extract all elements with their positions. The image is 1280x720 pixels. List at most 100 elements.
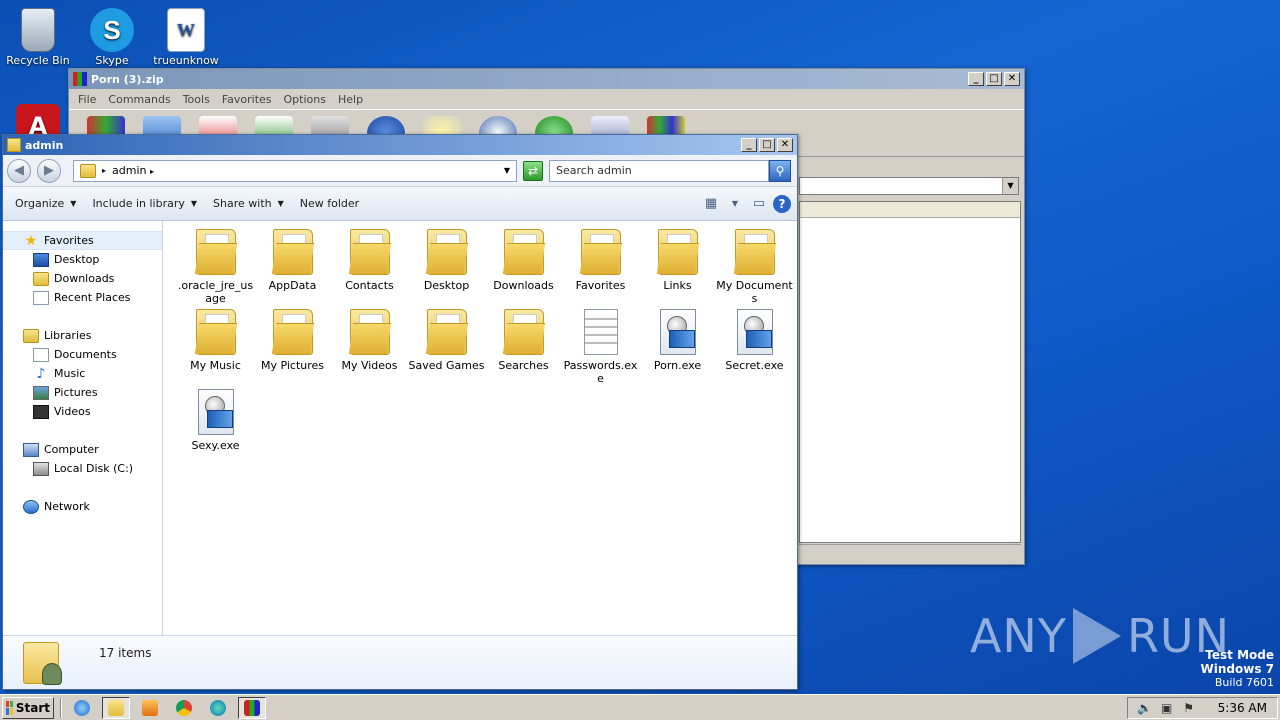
file-item[interactable]: .oracle_jre_usage: [177, 227, 254, 307]
change-view-icon[interactable]: ▦: [701, 195, 721, 213]
chevron-down-icon[interactable]: ▼: [1002, 178, 1018, 194]
menu-options[interactable]: Options: [279, 91, 331, 108]
winrar-path-dropdown[interactable]: ▼: [799, 177, 1019, 195]
taskbar-media-player[interactable]: [136, 697, 164, 719]
taskbar-explorer[interactable]: [102, 696, 130, 719]
chevron-right-icon[interactable]: ▸: [102, 166, 106, 175]
file-item[interactable]: Porn.exe: [639, 307, 716, 387]
file-item[interactable]: My Pictures: [254, 307, 331, 387]
folder-icon: [80, 163, 96, 178]
nav-music[interactable]: ♪ Music: [3, 364, 162, 383]
refresh-icon[interactable]: ⇄: [523, 160, 543, 181]
maximize-button[interactable]: □: [986, 72, 1002, 86]
taskbar: Start 🔈 ▣ ⚑ 5:36 AM: [0, 694, 1280, 720]
taskbar-chrome[interactable]: [170, 697, 198, 719]
nav-desktop[interactable]: Desktop: [3, 250, 162, 269]
share-with-button[interactable]: Share with ▼: [207, 193, 290, 214]
winrar-list-header: [800, 202, 1020, 218]
folder-icon: [580, 229, 621, 275]
forward-button[interactable]: ▶: [37, 158, 61, 183]
file-item[interactable]: Favorites: [562, 227, 639, 307]
network-tray-icon[interactable]: ▣: [1160, 701, 1174, 715]
file-item[interactable]: AppData: [254, 227, 331, 307]
breadcrumb[interactable]: admin ▸: [112, 164, 498, 177]
desktop-icon-label: Recycle Bin: [6, 54, 70, 67]
windows-logo-icon: [6, 700, 13, 715]
nav-local-disk[interactable]: Local Disk (C:): [3, 459, 162, 478]
file-item[interactable]: My Music: [177, 307, 254, 387]
close-button[interactable]: ✕: [1004, 72, 1020, 86]
file-item[interactable]: Contacts: [331, 227, 408, 307]
address-bar[interactable]: ▸ admin ▸ ▼: [73, 159, 517, 182]
file-item[interactable]: Saved Games: [408, 307, 485, 387]
nav-videos[interactable]: Videos: [3, 402, 162, 421]
file-item-label: Searches: [498, 359, 549, 372]
nav-documents[interactable]: Documents: [3, 345, 162, 364]
file-item-label: Links: [663, 279, 692, 292]
nav-libraries[interactable]: Libraries: [3, 326, 162, 345]
explorer-titlebar[interactable]: admin _ □ ✕: [3, 135, 797, 155]
minimize-button[interactable]: _: [968, 72, 984, 86]
nav-recent-places[interactable]: Recent Places: [3, 288, 162, 307]
minimize-button[interactable]: _: [741, 138, 757, 152]
file-item[interactable]: Searches: [485, 307, 562, 387]
explorer-window[interactable]: admin _ □ ✕ ◀ ▶ ▸ admin ▸ ▼ ⇄ Search adm…: [2, 134, 798, 690]
explorer-title: admin: [25, 138, 64, 152]
menu-commands[interactable]: Commands: [103, 91, 175, 108]
file-item[interactable]: Links: [639, 227, 716, 307]
include-in-library-button[interactable]: Include in library ▼: [86, 193, 203, 214]
organize-button[interactable]: Organize ▼: [9, 193, 82, 214]
nav-downloads[interactable]: Downloads: [3, 269, 162, 288]
winrar-file-list[interactable]: [799, 201, 1021, 543]
file-item[interactable]: Desktop: [408, 227, 485, 307]
menu-file[interactable]: File: [73, 91, 101, 108]
file-item[interactable]: Sexy.exe: [177, 387, 254, 467]
folder-icon: [734, 229, 775, 275]
back-button[interactable]: ◀: [7, 158, 31, 183]
maximize-button[interactable]: □: [759, 138, 775, 152]
winrar-titlebar[interactable]: Porn (3).zip _ □ ✕: [69, 69, 1024, 89]
file-item-label: My Music: [190, 359, 241, 372]
action-center-flag-icon[interactable]: ⚑: [1182, 701, 1196, 715]
file-item-label: AppData: [268, 279, 317, 292]
file-item[interactable]: Downloads: [485, 227, 562, 307]
file-item[interactable]: Passwords.exe: [562, 307, 639, 387]
menu-help[interactable]: Help: [333, 91, 368, 108]
help-icon[interactable]: ?: [773, 194, 791, 213]
close-button[interactable]: ✕: [777, 138, 793, 152]
nav-network[interactable]: Network: [3, 497, 162, 516]
taskbar-winrar[interactable]: [238, 696, 266, 719]
view-options-chevron-icon[interactable]: ▼: [725, 195, 745, 213]
file-item[interactable]: My Documents: [716, 227, 793, 307]
menu-tools[interactable]: Tools: [178, 91, 215, 108]
desktop-icon-label: Skype: [95, 54, 129, 67]
chrome-icon: [176, 699, 192, 716]
details-pane: 17 items: [3, 635, 797, 689]
taskbar-edge[interactable]: [204, 697, 232, 719]
desktop-icon-skype[interactable]: S Skype: [74, 8, 150, 67]
film-icon: [33, 404, 49, 419]
desktop-icon-word-doc[interactable]: W trueunknow: [148, 8, 224, 67]
nav-computer[interactable]: Computer: [3, 440, 162, 459]
search-input[interactable]: Search admin: [549, 159, 769, 182]
skype-icon: S: [90, 8, 134, 52]
preview-pane-icon[interactable]: ▭: [749, 195, 769, 213]
nav-pictures[interactable]: Pictures: [3, 383, 162, 402]
new-folder-button[interactable]: New folder: [294, 193, 365, 214]
menu-favorites[interactable]: Favorites: [217, 91, 277, 108]
file-item[interactable]: Secret.exe: [716, 307, 793, 387]
file-item-label: Sexy.exe: [191, 439, 240, 452]
file-item[interactable]: My Videos: [331, 307, 408, 387]
taskbar-ie[interactable]: [68, 697, 96, 719]
desktop-icon-label: trueunknow: [153, 54, 219, 67]
search-icon[interactable]: ⚲: [769, 159, 791, 182]
start-button[interactable]: Start: [2, 696, 54, 719]
chevron-down-icon[interactable]: ▼: [504, 166, 510, 175]
clock[interactable]: 5:36 AM: [1218, 701, 1267, 715]
folder-icon: [272, 309, 313, 355]
nav-favorites[interactable]: ★ Favorites: [3, 231, 162, 250]
volume-icon[interactable]: 🔈: [1137, 701, 1152, 715]
winrar-title: Porn (3).zip: [91, 72, 164, 86]
file-list[interactable]: .oracle_jre_usage AppData Contacts Desktop D…: [163, 221, 797, 635]
desktop-icon-recycle-bin[interactable]: Recycle Bin: [0, 8, 76, 67]
